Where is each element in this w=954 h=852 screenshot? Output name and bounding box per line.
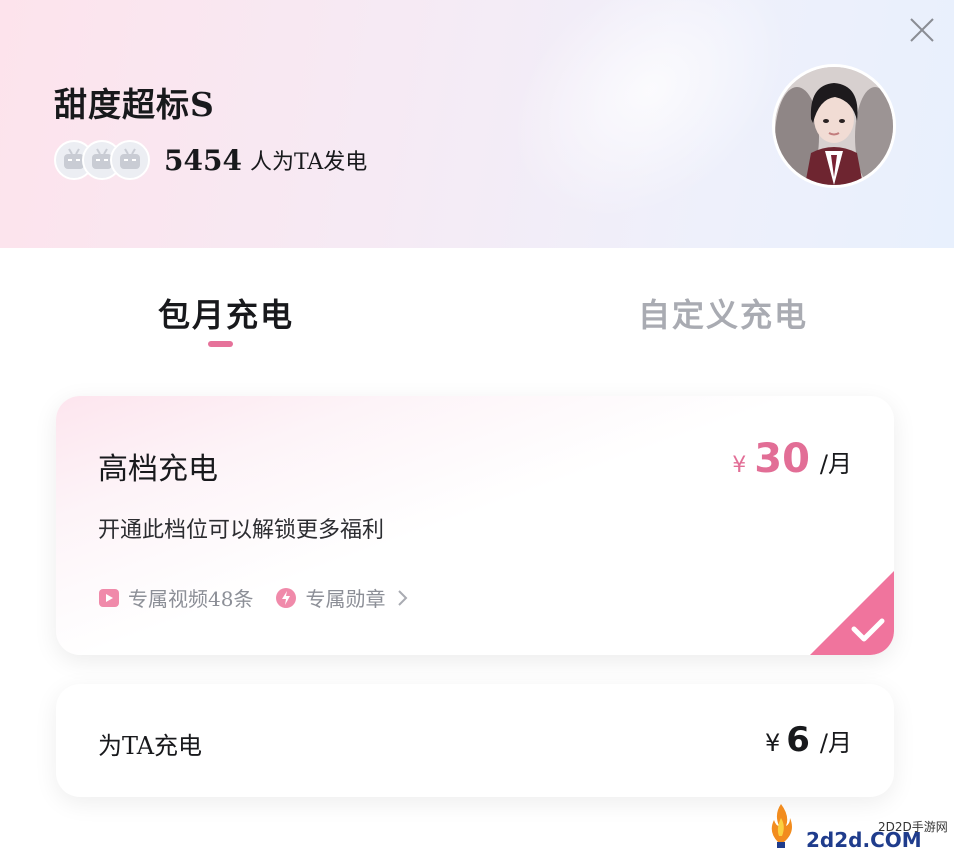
flame-icon [771, 804, 792, 848]
video-icon [98, 587, 120, 609]
watermark-text: 2D2D手游网 2d2d.COM [794, 800, 948, 852]
active-tab-indicator [208, 341, 233, 347]
benefit-label: 专属勋章 [305, 587, 386, 611]
badge-icon [275, 587, 297, 609]
tier-name: 高档充电 [98, 452, 218, 487]
tier-card-premium[interactable]: 高档充电 ¥ 30 /月 开通此档位可以解锁更多福利 专属视频48条 专属勋章 [56, 396, 894, 655]
price-value: 6 [786, 720, 810, 760]
chevron-right-icon[interactable] [395, 588, 409, 608]
tier-description: 开通此档位可以解锁更多福利 [98, 518, 385, 543]
avatar-portrait-image [775, 67, 893, 185]
currency-symbol: ¥ [764, 729, 781, 757]
benefit-list[interactable]: 专属视频48条 专属勋章 [98, 583, 409, 612]
price-unit: /月 [819, 450, 852, 478]
close-button[interactable] [906, 14, 938, 46]
price-unit: /月 [819, 729, 852, 757]
tab-monthly-charge[interactable]: 包月充电 [158, 290, 294, 336]
header-panel: 甜度超标S 5454 人为TA发电 [0, 0, 954, 248]
tv-mascot-icon [120, 148, 140, 169]
benefit-item: 专属视频48条 [98, 583, 253, 612]
price-value: 30 [754, 436, 810, 482]
tier-price: ¥ 30 /月 [732, 436, 852, 482]
up-name: 甜度超标S [54, 85, 215, 124]
tab-custom-charge[interactable]: 自定义充电 [638, 290, 808, 336]
up-avatar[interactable] [772, 64, 896, 188]
supporter-avatar [110, 140, 150, 180]
benefit-label: 专属视频48条 [128, 587, 254, 611]
tier-name: 为TA充电 [98, 732, 203, 760]
supporter-count: 5454 [164, 143, 242, 177]
supporter-summary: 5454 人为TA发电 [54, 138, 367, 182]
site-watermark-logo: 2D2D手游网 2d2d.COM [768, 798, 948, 852]
supporter-suffix: 人为TA发电 [249, 150, 368, 175]
tier-card-basic[interactable]: 为TA充电 ¥ 6 /月 [56, 684, 894, 797]
benefit-item: 专属勋章 [275, 583, 385, 612]
currency-symbol: ¥ [732, 453, 747, 478]
selected-check-icon [810, 571, 894, 655]
tier-price: ¥ 6 /月 [765, 720, 852, 760]
close-icon [910, 18, 934, 42]
watermark-big: 2d2d.COM [806, 828, 922, 852]
